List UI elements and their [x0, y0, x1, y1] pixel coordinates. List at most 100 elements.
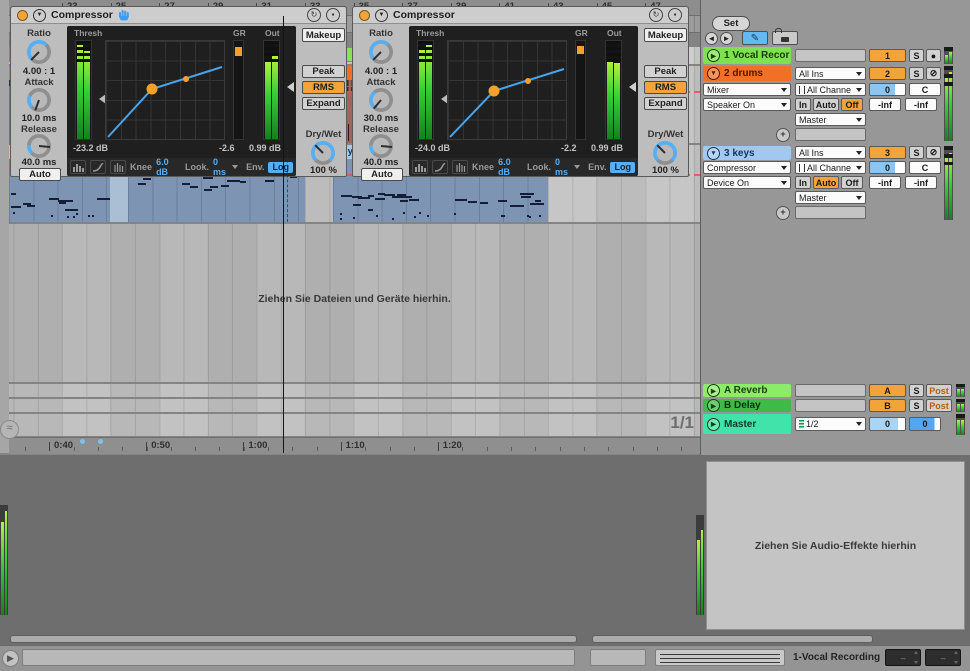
chevron-down-icon[interactable] [574, 165, 580, 169]
device-title-bar[interactable]: ▼ Compressor ↻ ▪ [353, 7, 688, 24]
drywet-value[interactable]: 100 % [302, 165, 345, 176]
play-icon[interactable]: ▶ [707, 49, 720, 62]
transfer-curve-graph[interactable] [447, 40, 567, 140]
track3-pan-center[interactable]: C [909, 161, 941, 174]
return-header-delay[interactable]: ▶ B Delay [703, 399, 791, 412]
gain-view-icon[interactable] [452, 160, 468, 174]
playhead[interactable] [283, 16, 284, 453]
track3-control-chooser[interactable]: Device On [703, 176, 791, 189]
fold-icon[interactable]: ▼ [707, 147, 720, 160]
drywet-knob[interactable] [311, 141, 335, 165]
track3-automation-off[interactable]: Off [841, 176, 863, 189]
track3-number[interactable]: 3 [869, 146, 906, 159]
track3-pan[interactable]: 0 [869, 161, 906, 174]
attack-knob[interactable] [369, 88, 393, 112]
draw-mode-icon[interactable]: ✎ [742, 31, 768, 45]
hot-swap-icon[interactable]: ↻ [649, 8, 663, 22]
cue-marker-icon[interactable] [98, 439, 103, 444]
track2-volume-b[interactable]: -inf [905, 98, 937, 111]
lookahead-value[interactable]: 0 ms [213, 157, 228, 177]
set-locator-button[interactable]: Set [712, 16, 750, 31]
track3-solo-button[interactable]: S [909, 146, 924, 159]
track3-automation-auto[interactable]: Auto [813, 176, 839, 189]
track2-arm-button[interactable]: ⊘ [926, 67, 941, 80]
threshold-value[interactable]: -23.2 dB [73, 143, 108, 153]
return-header-reverb[interactable]: ▶ A Reverb [703, 384, 791, 397]
track2-input-channel[interactable]: All Channe [795, 83, 866, 96]
value-display-left[interactable]: – [885, 649, 921, 666]
ratio-knob[interactable] [369, 40, 393, 64]
track2-solo-button[interactable]: S [909, 67, 924, 80]
play-icon[interactable]: ▶ [707, 384, 720, 397]
activity-view-icon[interactable] [412, 160, 428, 174]
release-knob[interactable] [27, 134, 51, 158]
device-fold-icon[interactable]: ▼ [33, 9, 46, 22]
zoom-back-icon[interactable]: ≈ [0, 420, 19, 439]
device-on-led[interactable] [17, 10, 28, 21]
next-locator-icon[interactable]: ► [720, 32, 733, 45]
track3-output[interactable]: Master [795, 191, 866, 204]
track3-automation-in[interactable]: In [795, 176, 811, 189]
peak-button[interactable]: Peak [644, 65, 687, 78]
device-horizontal-scrollbar[interactable] [592, 635, 873, 643]
returnA-io-box[interactable] [795, 384, 866, 397]
hot-swap-icon[interactable]: ↻ [307, 8, 321, 22]
env-mode-button[interactable]: Log [610, 162, 635, 173]
add-automation-lane-icon[interactable]: + [776, 206, 790, 220]
track2-input-type[interactable]: All Ins [795, 67, 866, 80]
lookahead-value[interactable]: 0 ms [555, 157, 570, 177]
makeup-button[interactable]: Makeup [302, 28, 345, 42]
returnB-io-box[interactable] [795, 399, 866, 412]
attack-value[interactable]: 30.0 ms [355, 113, 407, 124]
track3-input-channel[interactable]: All Channe [795, 161, 866, 174]
returnB-tap-button[interactable]: Post [926, 399, 952, 412]
cue-marker-icon[interactable] [80, 439, 85, 444]
release-value[interactable]: 40.0 ms [355, 157, 407, 168]
ratio-knob[interactable] [27, 40, 51, 64]
activity-view-icon[interactable] [70, 160, 86, 174]
track2-automation-auto[interactable]: Auto [813, 98, 839, 111]
master-header[interactable]: ▶ Master [703, 414, 791, 434]
out-value[interactable]: 0.99 dB [591, 143, 623, 153]
returnA-solo-button[interactable]: S [909, 384, 924, 397]
drywet-value[interactable]: 100 % [644, 165, 687, 176]
status-expand-icon[interactable]: ▶ [2, 650, 19, 667]
device-fold-icon[interactable]: ▼ [375, 9, 388, 22]
returnB-solo-button[interactable]: S [909, 399, 924, 412]
track2-pan[interactable]: 0 [869, 83, 906, 96]
value-display-right[interactable]: – [925, 649, 961, 666]
gain-view-icon[interactable] [110, 160, 126, 174]
attack-knob[interactable] [27, 88, 51, 112]
master-cue-out[interactable]: 1/2 [795, 417, 866, 431]
returnA-send[interactable]: A [869, 384, 906, 397]
rms-button[interactable]: RMS [302, 81, 345, 94]
master-lane[interactable] [9, 414, 700, 436]
track1-io-box[interactable] [795, 49, 866, 62]
track2-automation-off[interactable]: Off [841, 98, 863, 111]
track-header-vocal[interactable]: ▶ 1 Vocal Recor [703, 47, 791, 64]
track2-output[interactable]: Master [795, 113, 866, 126]
track2-pan-center[interactable]: C [909, 83, 941, 96]
track2-number[interactable]: 2 [869, 67, 906, 80]
curve-view-icon[interactable] [90, 160, 106, 174]
track1-number[interactable]: 1 [869, 49, 906, 62]
makeup-button[interactable]: Makeup [644, 28, 687, 42]
env-mode-button[interactable]: Log [268, 162, 293, 173]
save-preset-icon[interactable]: ▪ [668, 8, 682, 22]
track3-fader-chooser[interactable]: Compressor [703, 161, 791, 174]
chevron-down-icon[interactable] [232, 165, 238, 169]
knee-value[interactable]: 6.0 dB [156, 157, 176, 177]
track1-arm-button[interactable]: ● [926, 49, 941, 62]
peak-button[interactable]: Peak [302, 65, 345, 78]
track2-fader-chooser[interactable]: Mixer [703, 83, 791, 96]
out-value[interactable]: 0.99 dB [249, 143, 281, 153]
track2-volume[interactable]: -inf [869, 98, 901, 111]
device-on-led[interactable] [359, 10, 370, 21]
play-icon[interactable]: ▶ [707, 399, 720, 412]
prev-locator-icon[interactable]: ◄ [705, 32, 718, 45]
expand-button[interactable]: Expand [302, 97, 345, 110]
play-icon[interactable]: ▶ [707, 418, 720, 431]
track3-input-type[interactable]: All Ins [795, 146, 866, 159]
device-title-bar[interactable]: ▼ Compressor ↻ ▪ [11, 7, 346, 24]
release-knob[interactable] [369, 134, 393, 158]
